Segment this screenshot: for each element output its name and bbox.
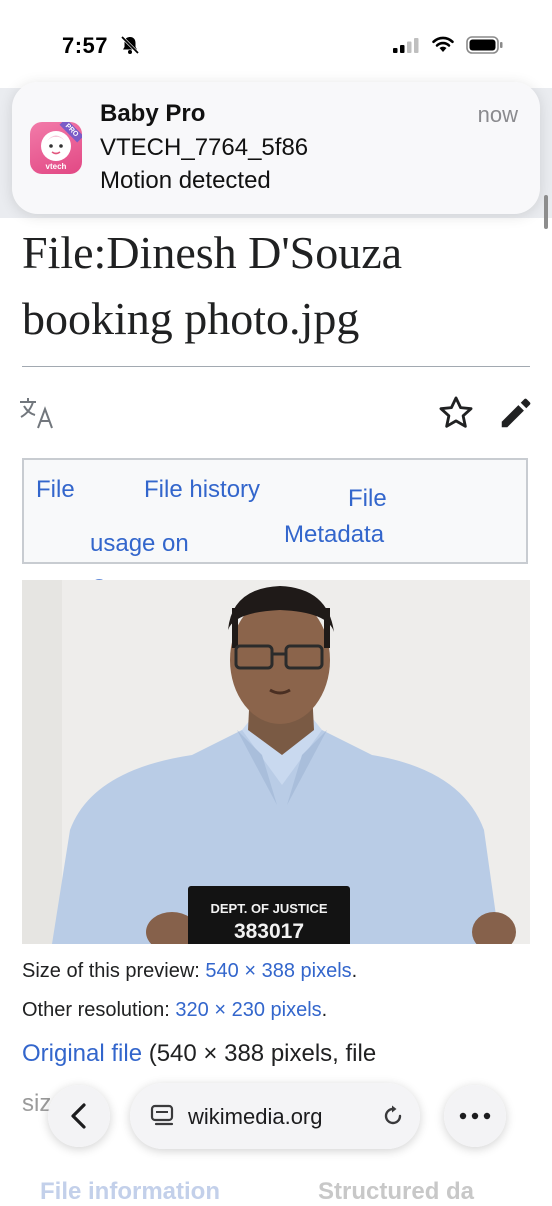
tab-file[interactable]: File: [36, 476, 75, 504]
booking-photo-illustration: DEPT. OF JUSTICE 383017: [22, 580, 530, 944]
status-bar: 7:57: [0, 0, 552, 90]
ellipsis-icon: [459, 1112, 491, 1120]
baby-pro-app-icon: PRO vtech: [30, 122, 82, 174]
more-options-button[interactable]: [444, 1085, 506, 1147]
page-format-icon: [150, 1104, 174, 1126]
battery-icon: [466, 36, 503, 54]
placard-line1: DEPT. OF JUSTICE: [210, 901, 327, 916]
placard-line2: 383017: [234, 920, 304, 943]
file-sections-nav: File File history File usage on Commons …: [22, 458, 528, 602]
status-time: 7:57: [62, 33, 109, 58]
back-button[interactable]: [48, 1085, 110, 1147]
wifi-icon: [432, 36, 454, 52]
tab-metadata[interactable]: Metadata: [284, 521, 384, 549]
chevron-left-icon: [71, 1103, 86, 1129]
notification-message: Motion detected: [100, 167, 271, 194]
original-file-link[interactable]: Original file: [22, 1040, 142, 1067]
reload-icon[interactable]: [380, 1103, 406, 1129]
edit-pencil-icon[interactable]: [497, 394, 535, 432]
notification-app-name: Baby Pro: [100, 100, 206, 127]
scrollbar-thumb[interactable]: [544, 195, 548, 229]
language-translate-icon[interactable]: [18, 396, 58, 430]
watch-star-icon[interactable]: [437, 394, 475, 432]
other-resolution-line: Other resolution: 320 × 230 pixels.: [22, 999, 327, 1022]
preview-size-end: .: [351, 960, 358, 982]
preview-size-link[interactable]: 540 × 388 pixels: [205, 960, 351, 982]
cellular-signal-icon: [393, 38, 419, 53]
address-bar[interactable]: wikimedia.org: [130, 1083, 420, 1149]
preview-size-label: Size of this preview:: [22, 960, 200, 982]
title-divider: [22, 366, 530, 367]
preview-size-line: Size of this preview: 540 × 388 pixels.: [22, 960, 357, 983]
notification-device: VTECH_7764_5f86: [100, 134, 309, 161]
original-file-line: Original file (540 × 388 pixels, file: [22, 1040, 376, 1068]
push-notification[interactable]: PRO vtech Baby Pro now VTECH_7764_5f86 M…: [12, 82, 540, 214]
page-title: File:Dinesh D'Souza booking photo.jpg: [22, 227, 403, 344]
other-resolution-label: Other resolution:: [22, 999, 170, 1021]
original-file-details: (540 × 388 pixels, file: [148, 1040, 377, 1067]
url-text: wikimedia.org: [188, 1104, 323, 1129]
vtech-label: vtech: [45, 162, 67, 171]
other-resolution-end: .: [321, 999, 328, 1021]
structured-data-tab[interactable]: Structured da: [318, 1178, 474, 1206]
file-information-tab[interactable]: File information: [40, 1178, 220, 1206]
silent-bell-icon: [120, 35, 140, 55]
file-preview-image[interactable]: DEPT. OF JUSTICE 383017: [22, 580, 530, 944]
other-resolution-link[interactable]: 320 × 230 pixels: [175, 999, 321, 1021]
notification-time: now: [477, 102, 518, 127]
